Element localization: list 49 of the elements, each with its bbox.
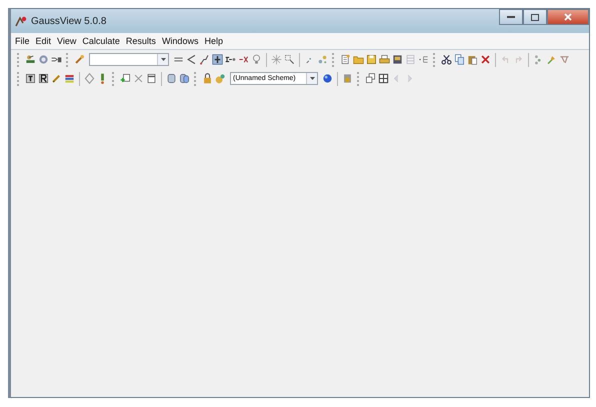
- window-icon[interactable]: [146, 73, 157, 84]
- angle-icon[interactable]: [186, 54, 197, 65]
- folder-icon[interactable]: [353, 54, 364, 65]
- cylinder-icon[interactable]: [166, 73, 177, 84]
- dihedral-icon[interactable]: [199, 54, 210, 65]
- menu-item[interactable]: File: [15, 36, 30, 46]
- menu-item[interactable]: View: [57, 36, 76, 46]
- molecule-icon[interactable]: [25, 54, 36, 65]
- brush-icon[interactable]: [74, 54, 85, 65]
- inquire-icon[interactable]: [212, 54, 223, 65]
- delete-icon[interactable]: [480, 54, 491, 65]
- menu-item[interactable]: Help: [204, 36, 223, 46]
- diamond-icon[interactable]: [84, 73, 95, 84]
- lock-icon[interactable]: [202, 73, 213, 84]
- app-logo-icon: [15, 15, 27, 27]
- grid-icon[interactable]: [378, 73, 389, 84]
- menu-item[interactable]: Calculate: [82, 36, 120, 46]
- minimize-button[interactable]: [499, 9, 523, 25]
- minimize-icon: [507, 16, 515, 18]
- menu-item[interactable]: Edit: [36, 36, 52, 46]
- caret-icon: [310, 77, 314, 80]
- paint-brush-icon[interactable]: [546, 54, 557, 65]
- books-icon[interactable]: [64, 73, 75, 84]
- bulb-icon[interactable]: [251, 54, 262, 65]
- copy-icon[interactable]: [454, 54, 465, 65]
- symmetry-icon[interactable]: [271, 54, 282, 65]
- window-title: GaussView 5.0.8: [31, 16, 106, 26]
- delete-atom-icon[interactable]: [238, 54, 249, 65]
- printer-icon[interactable]: [379, 54, 390, 65]
- image-save-icon[interactable]: [392, 54, 403, 65]
- results-icon[interactable]: [38, 73, 49, 84]
- cylinder-group-icon[interactable]: [179, 73, 190, 84]
- menu-item[interactable]: Results: [126, 36, 156, 46]
- text-output-icon[interactable]: [25, 73, 36, 84]
- maximize-icon: [531, 14, 539, 20]
- close-button[interactable]: [547, 9, 589, 25]
- menu-item[interactable]: Windows: [162, 36, 198, 46]
- globe-icon[interactable]: [322, 73, 333, 84]
- maximize-button[interactable]: [523, 9, 547, 25]
- scissors-icon[interactable]: [441, 54, 452, 65]
- color-scheme-icon[interactable]: [215, 73, 226, 84]
- caret-icon: [160, 58, 166, 61]
- cascade-icon[interactable]: [365, 73, 376, 84]
- new-page-icon[interactable]: [340, 54, 351, 65]
- window-add-icon[interactable]: [120, 73, 131, 84]
- fragment-combo-field[interactable]: [89, 53, 169, 66]
- select-icon[interactable]: [284, 54, 295, 65]
- paste-icon[interactable]: [467, 54, 478, 65]
- close-icon: [564, 13, 572, 21]
